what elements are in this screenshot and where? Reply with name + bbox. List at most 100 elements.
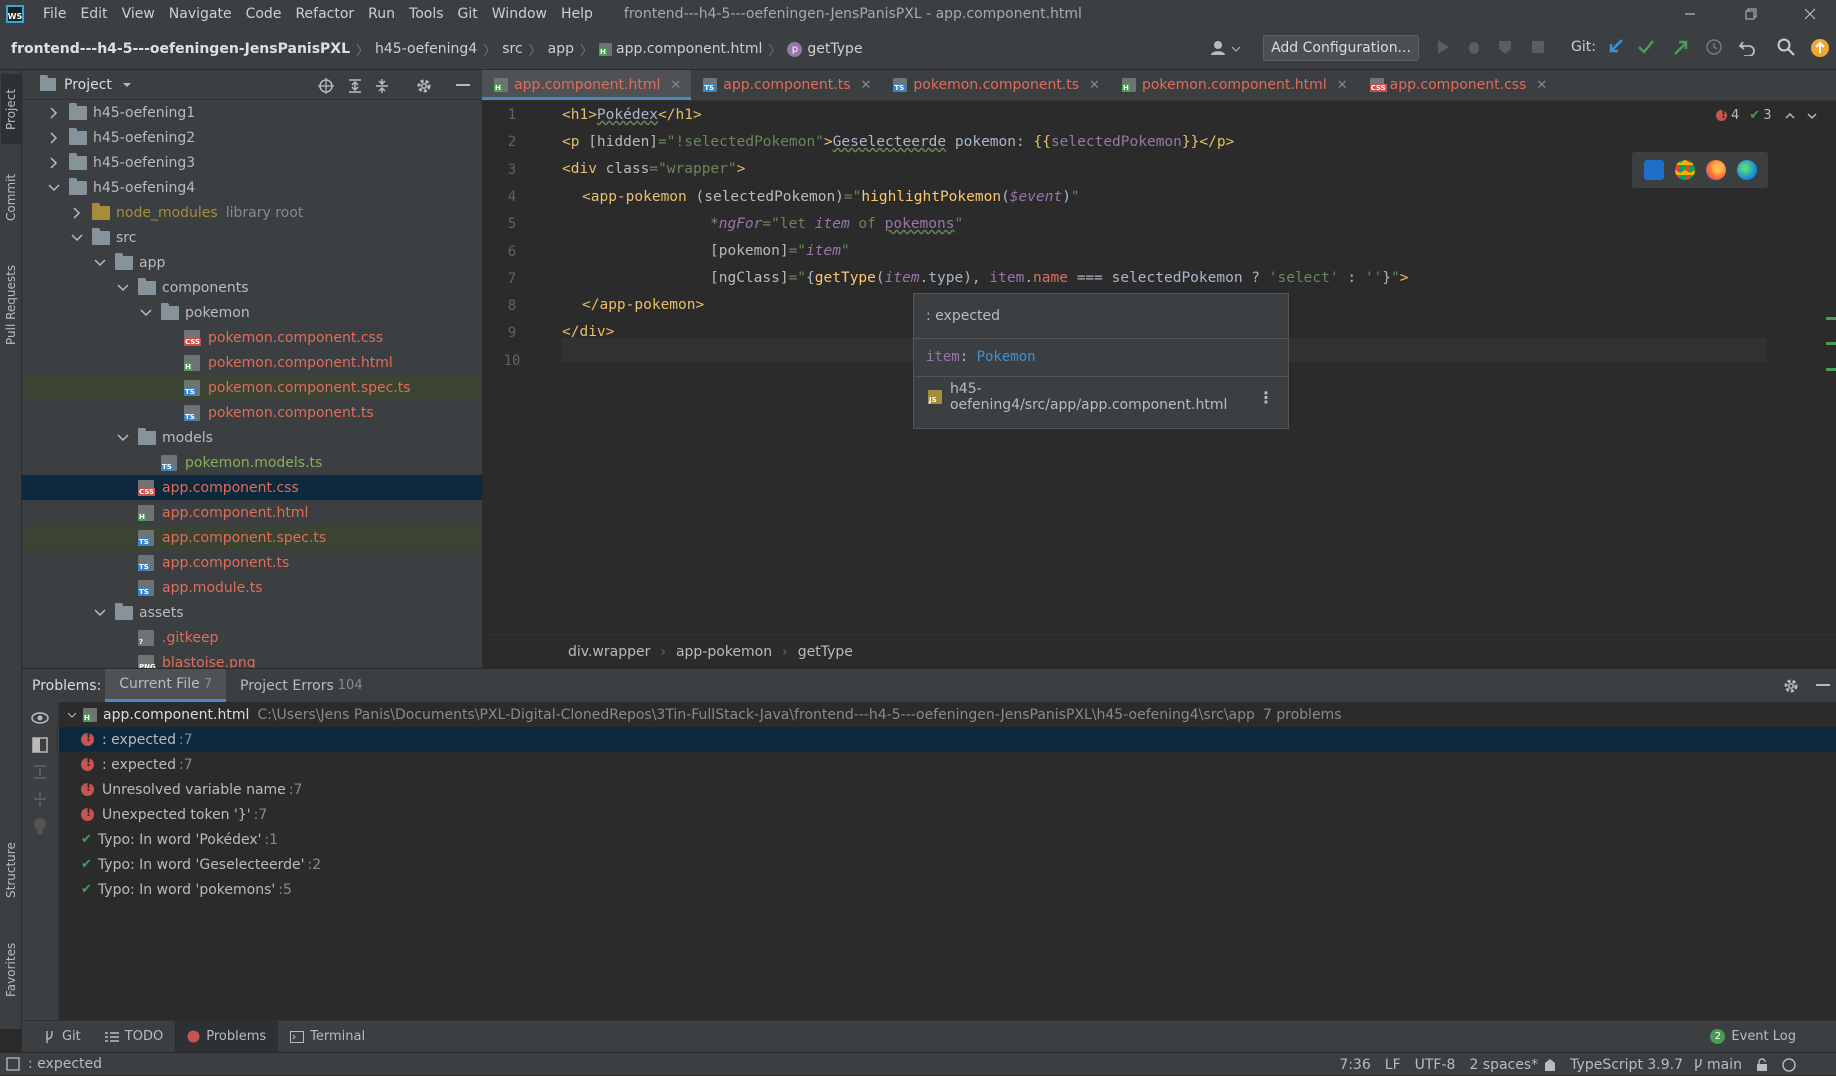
menu-code[interactable]: Code [239,6,289,22]
breadcrumb-module[interactable]: h45-oefening4 [375,41,477,57]
git-branch[interactable]: main [1707,1057,1742,1073]
chevron-down-icon[interactable] [116,433,130,443]
chevron-down-icon[interactable] [139,308,153,318]
tree-item[interactable]: h45-oefening4 [22,175,482,200]
breadcrumb-app[interactable]: app [548,41,574,57]
git-push-icon[interactable] [1672,38,1690,56]
typescript-version[interactable]: TypeScript 3.9.7 [1570,1057,1683,1073]
problems-tab[interactable]: Project Errors 104 [226,669,377,702]
restore-icon[interactable] [1731,0,1771,28]
next-highlight-icon[interactable] [1807,112,1817,120]
locate-icon[interactable] [318,78,334,94]
problem-item[interactable]: : expected:7 [59,752,1836,777]
editor-tab[interactable]: TS app.component.ts ✕ [691,70,881,100]
menu-run[interactable]: Run [361,6,402,22]
search-icon[interactable] [1777,38,1795,56]
menu-navigate[interactable]: Navigate [162,6,239,22]
breadcrumb-app-pokemon[interactable]: app-pokemon [676,644,772,660]
tree-item[interactable]: TS pokemon.models.ts [22,450,482,475]
chevron-right-icon[interactable] [47,106,61,119]
problem-item[interactable]: ✔ Typo: In word 'pokemons':5 [59,877,1836,902]
tree-item[interactable]: node_modules library root [22,200,482,225]
problems-file-row[interactable]: H app.component.html C:\Users\Jens Panis… [59,702,1836,727]
breadcrumb-src[interactable]: src [502,41,522,57]
commit-tool-tab[interactable]: Commit [1,162,21,232]
tree-item[interactable]: Happ.component.html [22,500,482,525]
git-update-icon[interactable] [1607,38,1625,56]
tree-item[interactable]: src [22,225,482,250]
tree-item[interactable]: CSS pokemon.component.css [22,325,482,350]
close-tab-icon[interactable]: ✕ [861,78,872,93]
project-title[interactable]: Project [64,77,112,93]
favorites-tool-tab[interactable]: Favorites [1,930,21,1010]
tool-window-terminal[interactable]: Terminal [278,1021,377,1053]
tree-item[interactable]: ? .gitkeep [22,625,482,650]
tree-item[interactable]: models [22,425,482,450]
tool-window-problems[interactable]: Problems [175,1020,279,1053]
chevron-right-icon[interactable] [47,131,61,144]
menu-help[interactable]: Help [554,6,600,22]
menu-view[interactable]: View [115,6,162,22]
expand-all-icon[interactable] [347,78,363,94]
coverage-icon[interactable] [1497,38,1515,56]
collapse-all-icon[interactable] [374,78,390,94]
hide-problems-icon[interactable] [1816,684,1830,688]
chevron-down-icon[interactable] [47,183,61,193]
close-window-icon[interactable] [1790,0,1830,28]
menu-edit[interactable]: Edit [73,6,114,22]
tree-item[interactable]: TS app.component.spec.ts [22,525,482,550]
tree-item[interactable]: app [22,250,482,275]
previous-highlight-icon[interactable] [1785,112,1795,120]
tree-item[interactable]: assets [22,600,482,625]
tool-window-git[interactable]: Git [32,1021,93,1053]
chevron-right-icon[interactable] [47,156,61,169]
event-log-button[interactable]: 2 Event Log [1710,1029,1796,1044]
tree-item[interactable]: TS app.module.ts [22,575,482,600]
user-icon[interactable] [1210,40,1240,56]
inspection-summary[interactable]: 4 ✔ 3 [1716,108,1817,123]
tree-item[interactable]: Hpokemon.component.html [22,350,482,375]
chrome-icon[interactable] [1674,160,1695,180]
firefox-icon[interactable] [1705,160,1726,180]
tooltip-file-path[interactable]: h45-oefening4/src/app/app.component.html [950,381,1258,413]
collapse-icon[interactable] [32,791,48,807]
menu-refactor[interactable]: Refactor [288,6,361,22]
tree-item[interactable]: TS pokemon.component.spec.ts [22,375,482,400]
language-services-icon[interactable] [1544,1058,1556,1072]
chevron-down-icon[interactable] [93,608,107,618]
tree-item[interactable]: TS app.component.ts [22,550,482,575]
chevron-down-icon[interactable] [70,233,84,243]
pull-requests-tool-tab[interactable]: Pull Requests [1,250,21,360]
close-tab-icon[interactable]: ✕ [670,78,681,93]
hide-panel-icon[interactable] [456,84,470,88]
file-encoding[interactable]: UTF-8 [1415,1057,1456,1073]
close-tab-icon[interactable]: ✕ [1337,78,1348,93]
editor-tab[interactable]: CSS app.component.css ✕ [1358,70,1558,100]
toggle-tool-windows-icon[interactable] [6,1057,20,1071]
tree-item[interactable]: h45-oefening3 [22,150,482,175]
problem-item[interactable]: ✔ Typo: In word 'Pokédex':1 [59,827,1836,852]
problems-gear-icon[interactable] [1782,677,1800,695]
more-icon[interactable]: ⋮ [1258,388,1274,407]
menu-file[interactable]: File [36,6,73,22]
editor-tab[interactable]: Hpokemon.component.html ✕ [1110,70,1358,100]
tree-item[interactable]: CSS app.component.css [22,475,482,500]
preview-icon[interactable] [32,737,48,753]
menu-window[interactable]: Window [485,6,554,22]
tree-item[interactable]: h45-oefening2 [22,125,482,150]
tree-item[interactable]: TS pokemon.component.ts [22,400,482,425]
close-tab-icon[interactable]: ✕ [1536,78,1547,93]
problem-item[interactable]: : expected:7 [59,727,1836,752]
problem-item[interactable]: Unexpected token '}':7 [59,802,1836,827]
menu-tools[interactable]: Tools [402,6,451,22]
line-separator[interactable]: LF [1385,1057,1401,1073]
history-icon[interactable] [1705,38,1723,56]
breadcrumb-div[interactable]: div.wrapper [568,644,650,660]
tool-window-todo[interactable]: TODO [93,1021,175,1053]
rollback-icon[interactable] [1738,38,1756,56]
git-commit-icon[interactable] [1637,38,1655,56]
memory-indicator-icon[interactable] [1782,1057,1796,1072]
structure-tool-tab[interactable]: Structure [1,830,21,910]
edge-icon[interactable] [1736,160,1757,180]
caret-position[interactable]: 7:36 [1339,1057,1370,1073]
